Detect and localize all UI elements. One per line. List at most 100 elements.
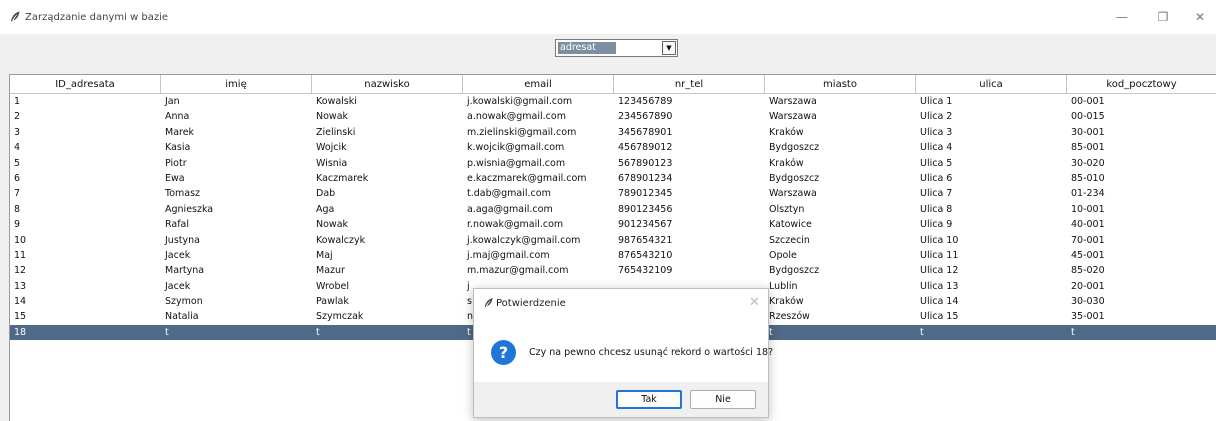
table-cell: 456789012 <box>618 142 673 154</box>
table-cell: Martyna <box>165 265 205 277</box>
table-cell: Piotr <box>165 157 187 169</box>
table-cell: Ulica 12 <box>920 265 959 277</box>
table-cell: Kraków <box>769 126 804 138</box>
table-cell: 40-001 <box>1071 219 1105 231</box>
table-cell: Jan <box>165 96 180 107</box>
table-cell: Kasia <box>165 142 191 154</box>
minimize-button[interactable]: — <box>1104 5 1140 29</box>
table-cell: 876543210 <box>618 249 673 261</box>
table-row[interactable]: 12 Martyna Mazur m.mazur@gmail.com 765432109… <box>10 263 1216 278</box>
table-cell: Olsztyn <box>769 203 805 215</box>
yes-button[interactable]: Tak <box>616 390 682 409</box>
table-cell: 00-001 <box>1071 96 1105 107</box>
table-cell: Wojcik <box>316 142 347 154</box>
window-title: Zarządzanie danymi w bazie <box>25 12 169 23</box>
table-row[interactable]: 3 Marek Zielinski m.zielinski@gmail.com 3456… <box>10 125 1216 140</box>
dialog-footer: Tak Nie <box>474 382 768 417</box>
table-select[interactable]: adresat ▼ <box>555 39 678 57</box>
table-row[interactable]: 6 Ewa Kaczmarek e.kaczmarek@gmail.com 678901… <box>10 171 1216 186</box>
table-cell: Ulica 13 <box>920 280 959 292</box>
maximize-button[interactable]: ❐ <box>1145 5 1181 29</box>
table-cell: t <box>1071 326 1075 338</box>
table-cell: Warszawa <box>769 111 817 123</box>
table-row[interactable]: 5 Piotr Wisnia p.wisnia@gmail.com 567890123 K… <box>10 156 1216 171</box>
table-cell: 2 <box>14 111 21 123</box>
table-row[interactable]: 1 Jan Kowalski j.kowalski@gmail.com 12345678… <box>10 94 1216 109</box>
table-cell: Rafal <box>165 219 190 231</box>
column-header[interactable]: ID_adresata <box>10 75 161 94</box>
table-cell: 4 <box>14 142 21 154</box>
table-cell: Ewa <box>165 172 185 184</box>
table-cell: Szymon <box>165 296 203 308</box>
dialog-title-bar: Potwierdzenie ✕ <box>474 289 768 319</box>
table-row[interactable]: 8 Agnieszka Aga a.aga@gmail.com 890123456 Ols… <box>10 202 1216 217</box>
column-header[interactable]: kod_pocztowy <box>1067 75 1216 94</box>
table-cell: 10 <box>14 234 27 246</box>
feather-icon <box>484 297 493 308</box>
table-cell: 45-001 <box>1071 249 1105 261</box>
table-cell: Szczecin <box>769 234 810 246</box>
table-cell: 765432109 <box>618 265 673 277</box>
chevron-down-icon[interactable]: ▼ <box>662 41 676 55</box>
column-header[interactable]: miasto <box>765 75 916 94</box>
table-row[interactable]: 4 Kasia Wojcik k.wojcik@gmail.com 456789012 B… <box>10 140 1216 155</box>
table-cell: Marek <box>165 126 195 138</box>
table-cell: Ulica 7 <box>920 188 953 200</box>
table-cell: 7 <box>14 188 21 200</box>
table-cell: Opole <box>769 249 797 261</box>
table-cell: Mazur <box>316 265 345 277</box>
table-cell: 15 <box>14 311 27 323</box>
table-cell: Ulica 8 <box>920 203 953 215</box>
table-cell: j.kowalski@gmail.com <box>467 96 573 107</box>
confirm-dialog: Potwierdzenie ✕ ? Czy na pewno chcesz us… <box>473 288 773 418</box>
column-header[interactable]: nazwisko <box>312 75 463 94</box>
column-header[interactable]: email <box>463 75 614 94</box>
table-cell: Anna <box>165 111 190 123</box>
table-cell: t <box>769 326 773 338</box>
table-cell: 30-020 <box>1071 157 1105 169</box>
table-cell: 987654321 <box>618 234 673 246</box>
table-cell: 567890123 <box>618 157 673 169</box>
table-row[interactable]: 7 Tomasz Dab t.dab@gmail.com 789012345 Warsza… <box>10 186 1216 201</box>
table-row[interactable]: 9 Rafal Nowak r.nowak@gmail.com 901234567 Kat… <box>10 217 1216 232</box>
no-button[interactable]: Nie <box>690 390 756 409</box>
table-cell: 70-001 <box>1071 234 1105 246</box>
table-cell: Wrobel <box>316 280 349 292</box>
dialog-title: Potwierdzenie <box>496 298 566 309</box>
table-header: ID_adresata imię nazwisko email nr_tel miasto… <box>10 75 1216 94</box>
table-cell: r.nowak@gmail.com <box>467 219 564 231</box>
table-cell: Ulica 11 <box>920 249 959 261</box>
table-cell: Ulica 2 <box>920 111 953 123</box>
table-cell: 5 <box>14 157 21 169</box>
table-cell: Ulica 4 <box>920 142 953 154</box>
table-cell: Wisnia <box>316 157 348 169</box>
table-cell: t.dab@gmail.com <box>467 188 551 200</box>
table-cell: Jacek <box>165 280 191 292</box>
table-row[interactable]: 11 Jacek Maj j.maj@gmail.com 876543210 Opole U… <box>10 248 1216 263</box>
table-cell: Nowak <box>316 219 349 231</box>
table-cell: Warszawa <box>769 96 817 107</box>
table-cell: a.aga@gmail.com <box>467 203 553 215</box>
table-cell: e.kaczmarek@gmail.com <box>467 172 587 184</box>
close-button[interactable]: ✕ <box>1182 5 1216 29</box>
table-cell: 234567890 <box>618 111 673 123</box>
table-cell: Bydgoszcz <box>769 172 820 184</box>
table-cell: Jacek <box>165 249 191 261</box>
table-cell: m.mazur@gmail.com <box>467 265 569 277</box>
table-cell: Kraków <box>769 157 804 169</box>
table-cell: Zielinski <box>316 126 356 138</box>
question-icon: ? <box>491 340 516 365</box>
dialog-close-button[interactable]: ✕ <box>749 295 760 310</box>
table-cell: Justyna <box>165 234 200 246</box>
table-row[interactable]: 10 Justyna Kowalczyk j.kowalczyk@gmail.com 9… <box>10 233 1216 248</box>
table-cell: Bydgoszcz <box>769 265 820 277</box>
table-cell: 85-020 <box>1071 265 1105 277</box>
table-cell: Kowalczyk <box>316 234 366 246</box>
column-header[interactable]: nr_tel <box>614 75 765 94</box>
column-header[interactable]: imię <box>161 75 312 94</box>
table-cell: 00-015 <box>1071 111 1105 123</box>
table-row[interactable]: 2 Anna Nowak a.nowak@gmail.com 234567890 Wars… <box>10 109 1216 124</box>
column-header[interactable]: ulica <box>916 75 1067 94</box>
table-cell: k.wojcik@gmail.com <box>467 142 565 154</box>
table-cell: 13 <box>14 280 27 292</box>
